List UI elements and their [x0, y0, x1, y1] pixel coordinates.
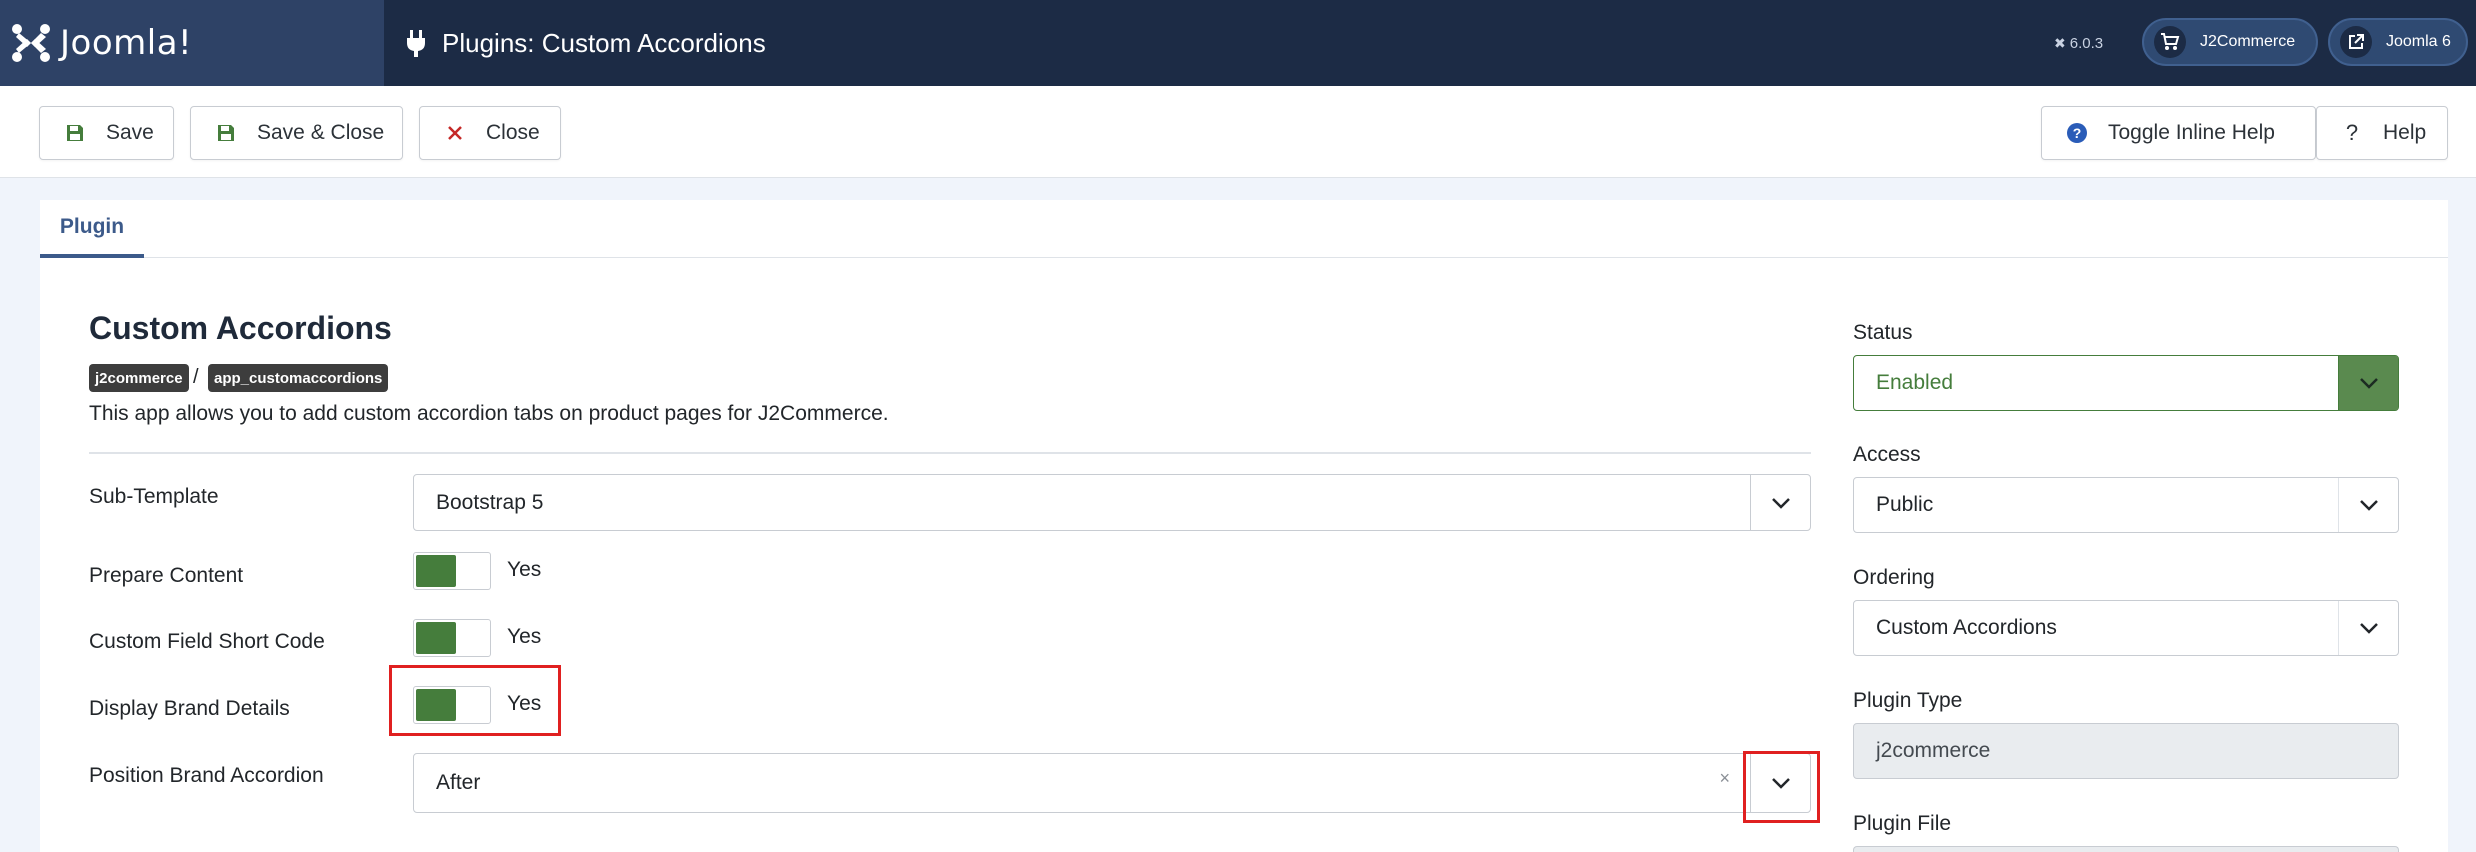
plugin-type-field: j2commerce: [1853, 723, 2399, 779]
save-button[interactable]: Save: [39, 106, 174, 160]
custom-field-short-code-toggle[interactable]: [413, 619, 491, 657]
folder-badge: j2commerce: [89, 364, 189, 392]
toggle-help-label: Toggle Inline Help: [2108, 121, 2275, 144]
floppy-disk-icon: [64, 122, 86, 144]
status-select[interactable]: Enabled: [1853, 355, 2399, 411]
divider: [89, 452, 1811, 454]
chevron-down-icon: [2338, 356, 2398, 410]
logo-text: Joomla!: [60, 23, 193, 63]
badge-separator: /: [193, 366, 199, 388]
question-icon: ?: [2345, 120, 2359, 145]
status-value: Enabled: [1876, 371, 1954, 394]
version-text: 6.0.3: [2069, 34, 2104, 52]
highlight-box: [1743, 751, 1820, 823]
page-title-text: Plugins: Custom Accordions: [442, 27, 766, 58]
j2commerce-button[interactable]: J2Commerce: [2142, 18, 2318, 66]
clear-selection-icon[interactable]: ×: [1719, 768, 1730, 789]
j2commerce-label: J2Commerce: [2200, 33, 2296, 50]
toggle-on-indicator: [416, 622, 456, 654]
svg-text:?: ?: [2073, 125, 2082, 141]
custom-field-short-code-label: Custom Field Short Code: [89, 630, 325, 653]
save-label: Save: [106, 121, 154, 144]
x-icon: [444, 122, 466, 144]
page-title: Plugins: Custom Accordions: [404, 0, 766, 86]
save-close-label: Save & Close: [257, 121, 385, 144]
plugin-file-label: Plugin File: [1853, 812, 1952, 835]
help-button[interactable]: ? Help: [2316, 106, 2448, 160]
external-link-icon: [2340, 26, 2372, 58]
chevron-down-icon: [2338, 478, 2398, 532]
custom-field-short-code-value: Yes: [507, 625, 542, 648]
chevron-down-icon: [2338, 601, 2398, 655]
position-brand-accordion-value: After: [436, 771, 481, 794]
help-label: Help: [2383, 121, 2427, 144]
close-label: Close: [486, 121, 540, 144]
position-brand-accordion-select[interactable]: After ×: [413, 753, 1811, 813]
position-brand-accordion-label: Position Brand Accordion: [89, 764, 324, 787]
floppy-disk-icon: [215, 122, 237, 144]
site-label: Joomla 6: [2386, 33, 2451, 50]
logo-area[interactable]: Joomla!: [0, 0, 384, 86]
joomla-logo-icon: [12, 24, 50, 62]
close-button[interactable]: Close: [419, 106, 561, 160]
joomla-small-icon: ✖: [2054, 34, 2066, 51]
ordering-value: Custom Accordions: [1876, 616, 2057, 639]
display-brand-details-value: Yes: [507, 692, 542, 715]
status-label: Status: [1853, 321, 1913, 344]
top-header: Joomla! Plugins: Custom Accordions ✖ 6.0…: [0, 0, 2476, 86]
sub-template-label: Sub-Template: [89, 485, 219, 508]
access-label: Access: [1853, 443, 1921, 466]
tab-plugin[interactable]: Plugin: [40, 200, 144, 258]
save-close-button[interactable]: Save & Close: [190, 106, 403, 160]
toggle-on-indicator: [416, 689, 456, 721]
view-site-button[interactable]: Joomla 6: [2328, 18, 2468, 66]
plugin-type-label: Plugin Type: [1853, 689, 1963, 712]
tab-bar: Plugin: [40, 200, 2448, 258]
prepare-content-label: Prepare Content: [89, 564, 244, 587]
plugin-file-field: [1853, 846, 2399, 852]
prepare-content-value: Yes: [507, 558, 542, 581]
sub-template-value: Bootstrap 5: [436, 490, 544, 514]
display-brand-details-toggle[interactable]: [413, 686, 491, 724]
toggle-inline-help-button[interactable]: ? Toggle Inline Help: [2041, 106, 2316, 160]
cart-icon: [2154, 26, 2186, 58]
plugin-title: Custom Accordions: [89, 310, 392, 346]
plugin-type-value: j2commerce: [1876, 739, 1991, 762]
question-circle-icon: ?: [2066, 122, 2088, 144]
plug-icon: [407, 30, 425, 57]
sub-template-select[interactable]: Bootstrap 5: [413, 474, 1811, 531]
display-brand-details-label: Display Brand Details: [89, 697, 290, 720]
access-value: Public: [1876, 493, 1934, 516]
ordering-label: Ordering: [1853, 566, 1935, 589]
toggle-on-indicator: [416, 555, 456, 587]
plugin-description: This app allows you to add custom accord…: [89, 402, 889, 425]
toolbar: Save Save & Close Close ? Toggle Inline …: [0, 86, 2476, 178]
ordering-select[interactable]: Custom Accordions: [1853, 600, 2399, 656]
version-indicator: ✖ 6.0.3: [2054, 0, 2103, 86]
element-badge: app_customaccordions: [208, 364, 389, 392]
access-select[interactable]: Public: [1853, 477, 2399, 533]
prepare-content-toggle[interactable]: [413, 552, 491, 590]
chevron-down-icon: [1750, 475, 1810, 530]
